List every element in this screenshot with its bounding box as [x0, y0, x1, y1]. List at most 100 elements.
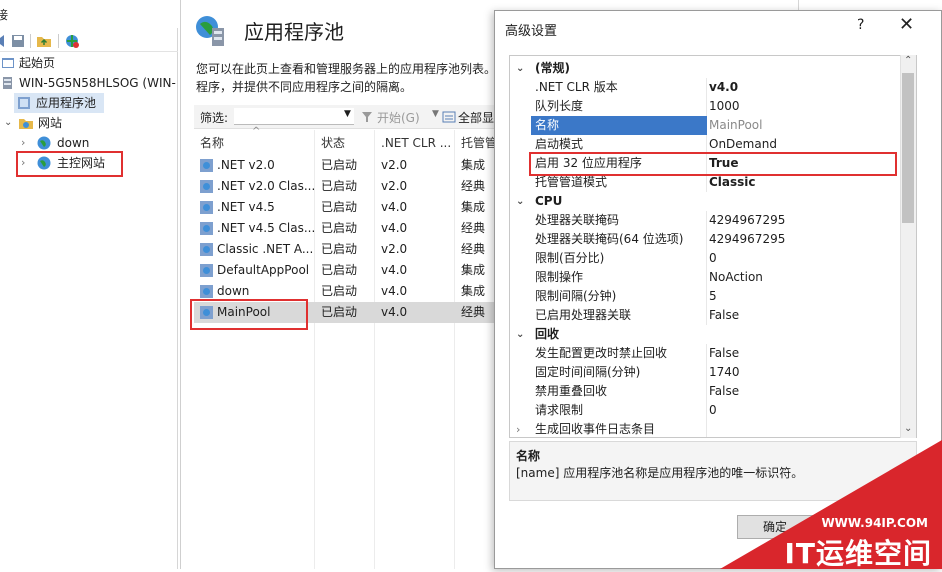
property-row[interactable]: 处理器关联掩码(64 位选项) 4294967295 — [510, 230, 902, 249]
show-all-button[interactable]: 全部显 — [458, 109, 494, 126]
property-value[interactable]: False — [709, 306, 739, 325]
chevron-down-icon[interactable]: ⌄ — [516, 192, 524, 211]
pool-status: 已启动 — [321, 221, 358, 235]
page-description: 您可以在此页上查看和管理服务器上的应用程序池列表。程序，并提供不同应用程序之间的… — [196, 62, 497, 94]
pool-row[interactable]: .NET v4.5 已启动 v4.0 集成 — [194, 197, 500, 218]
start-button[interactable]: 开始(G) — [377, 109, 420, 126]
property-row-selected[interactable]: 名称 MainPool — [510, 116, 902, 135]
highlight-box — [190, 299, 308, 330]
tree-item-start-page[interactable]: 起始页 — [0, 53, 178, 73]
column-header-pipeline[interactable]: 托管管 — [461, 134, 497, 152]
folder-up-icon[interactable] — [36, 33, 52, 49]
category-label: 回收 — [535, 327, 560, 341]
property-row[interactable]: 限制(百分比) 0 — [510, 249, 902, 268]
pool-mode: 经典 — [461, 242, 486, 256]
category-recycling[interactable]: ⌄ 回收 — [510, 325, 902, 344]
category-general[interactable]: ⌄ (常规) — [510, 59, 902, 78]
expand-right-icon[interactable]: › — [516, 420, 520, 437]
category-cpu[interactable]: ⌄ CPU — [510, 192, 902, 211]
property-value[interactable]: False — [709, 382, 739, 401]
globe-icon — [37, 136, 51, 150]
pool-clr: v4.0 — [381, 284, 408, 298]
page-title: 应用程序池 — [244, 20, 344, 44]
chevron-down-icon[interactable]: ⌄ — [516, 59, 524, 78]
show-all-icon[interactable] — [442, 110, 456, 124]
sort-up-icon: ^ — [252, 126, 261, 137]
tree-item-label: 起始页 — [19, 56, 56, 70]
property-row[interactable]: 请求限制 0 — [510, 401, 902, 420]
category-label: (常规) — [535, 61, 570, 75]
property-value[interactable]: 0 — [709, 249, 717, 268]
property-row[interactable]: 禁用重叠回收 False — [510, 382, 902, 401]
filter-bar: 筛选: ▼ 开始(G) ▼ 全部显 — [194, 105, 500, 129]
property-row[interactable]: › 生成回收事件日志条目 — [510, 420, 902, 437]
pool-icon — [200, 159, 213, 172]
pool-row[interactable]: Classic .NET A... 已启动 v2.0 经典 — [194, 239, 500, 260]
tree-item-site-down[interactable]: › down — [0, 133, 178, 153]
property-value[interactable]: 4294967295 — [709, 211, 785, 230]
property-name: 限制(百分比) — [535, 251, 605, 265]
expand-down-icon[interactable]: ⌄ — [4, 113, 12, 133]
property-value[interactable]: False — [709, 344, 739, 363]
property-row[interactable]: 发生配置更改时禁止回收 False — [510, 344, 902, 363]
pool-name: DefaultAppPool — [217, 263, 310, 277]
property-row[interactable]: 固定时间间隔(分钟) 1740 — [510, 363, 902, 382]
property-row[interactable]: 已启用处理器关联 False — [510, 306, 902, 325]
pool-icon — [200, 243, 213, 256]
chevron-down-icon[interactable]: ⌄ — [516, 325, 524, 344]
tree-item-label: 应用程序池 — [36, 96, 97, 110]
pool-mode: 集成 — [461, 200, 486, 214]
pool-row[interactable]: .NET v2.0 Clas... 已启动 v2.0 经典 — [194, 176, 500, 197]
property-value[interactable]: v4.0 — [709, 78, 738, 97]
column-header-clr[interactable]: .NET CLR ... — [381, 134, 451, 152]
property-value[interactable]: 5 — [709, 287, 717, 306]
tree-item-sites[interactable]: ⌄ 网站 — [0, 113, 178, 133]
property-row[interactable]: 限制间隔(分钟) 5 — [510, 287, 902, 306]
save-icon[interactable] — [10, 33, 26, 49]
pool-icon — [200, 180, 213, 193]
tree-item-label: WIN-5G5N58HLSOG (WIN- — [19, 76, 176, 90]
property-value[interactable]: NoAction — [709, 268, 763, 287]
pool-row[interactable]: .NET v2.0 已启动 v2.0 集成 — [194, 155, 500, 176]
connect-globe-icon[interactable] — [64, 33, 80, 49]
pool-icon — [200, 285, 213, 298]
filter-input[interactable] — [234, 108, 354, 125]
property-value[interactable]: 1000 — [709, 97, 740, 116]
pool-icon — [200, 264, 213, 277]
property-name: 固定时间间隔(分钟) — [535, 365, 641, 379]
property-row[interactable]: 队列长度 1000 — [510, 97, 902, 116]
pool-row[interactable]: DefaultAppPool 已启动 v4.0 集成 — [194, 260, 500, 281]
property-value[interactable]: 0 — [709, 401, 717, 420]
property-grid[interactable]: ⌄ (常规) .NET CLR 版本 v4.0 队列长度 1000 名称 Mai… — [509, 55, 917, 438]
pool-row[interactable]: .NET v4.5 Clas... 已启动 v4.0 经典 — [194, 218, 500, 239]
property-value[interactable]: 1740 — [709, 363, 740, 382]
start-icon[interactable] — [360, 110, 374, 124]
expand-right-icon[interactable]: › — [21, 133, 25, 153]
pool-clr: v4.0 — [381, 200, 408, 214]
start-dropdown-icon[interactable]: ▼ — [432, 109, 439, 119]
toolbar-divider — [30, 34, 31, 48]
property-name: 生成回收事件日志条目 — [535, 422, 656, 436]
close-button[interactable]: ✕ — [899, 14, 914, 35]
back-icon[interactable] — [0, 33, 10, 49]
pool-status: 已启动 — [321, 242, 358, 256]
tree-item-app-pools[interactable]: 应用程序池 — [14, 93, 104, 113]
property-row[interactable]: 处理器关联掩码 4294967295 — [510, 211, 902, 230]
pool-mode: 集成 — [461, 263, 486, 277]
property-name: 已启用处理器关联 — [535, 308, 632, 322]
scrollbar-thumb[interactable] — [902, 73, 914, 223]
property-value[interactable]: MainPool — [709, 116, 762, 135]
pool-status: 已启动 — [321, 305, 358, 319]
help-button[interactable]: ? — [857, 17, 864, 33]
property-row[interactable]: .NET CLR 版本 v4.0 — [510, 78, 902, 97]
filter-dropdown-icon[interactable]: ▼ — [344, 109, 351, 119]
scroll-up-icon[interactable]: ⌃ — [904, 55, 912, 66]
tree-item-server[interactable]: WIN-5G5N58HLSOG (WIN- — [0, 73, 178, 93]
column-header-name[interactable]: 名称 — [200, 134, 224, 152]
column-header-status[interactable]: 状态 — [321, 134, 345, 152]
connections-pane: 接 起始页 WIN-5G5N58HLSOG (WIN- 应用程序池 ⌄ 网站 ›… — [0, 0, 178, 569]
pool-clr: v2.0 — [381, 242, 408, 256]
property-row[interactable]: 限制操作 NoAction — [510, 268, 902, 287]
scroll-down-icon[interactable]: ⌄ — [904, 423, 912, 434]
property-value[interactable]: 4294967295 — [709, 230, 785, 249]
